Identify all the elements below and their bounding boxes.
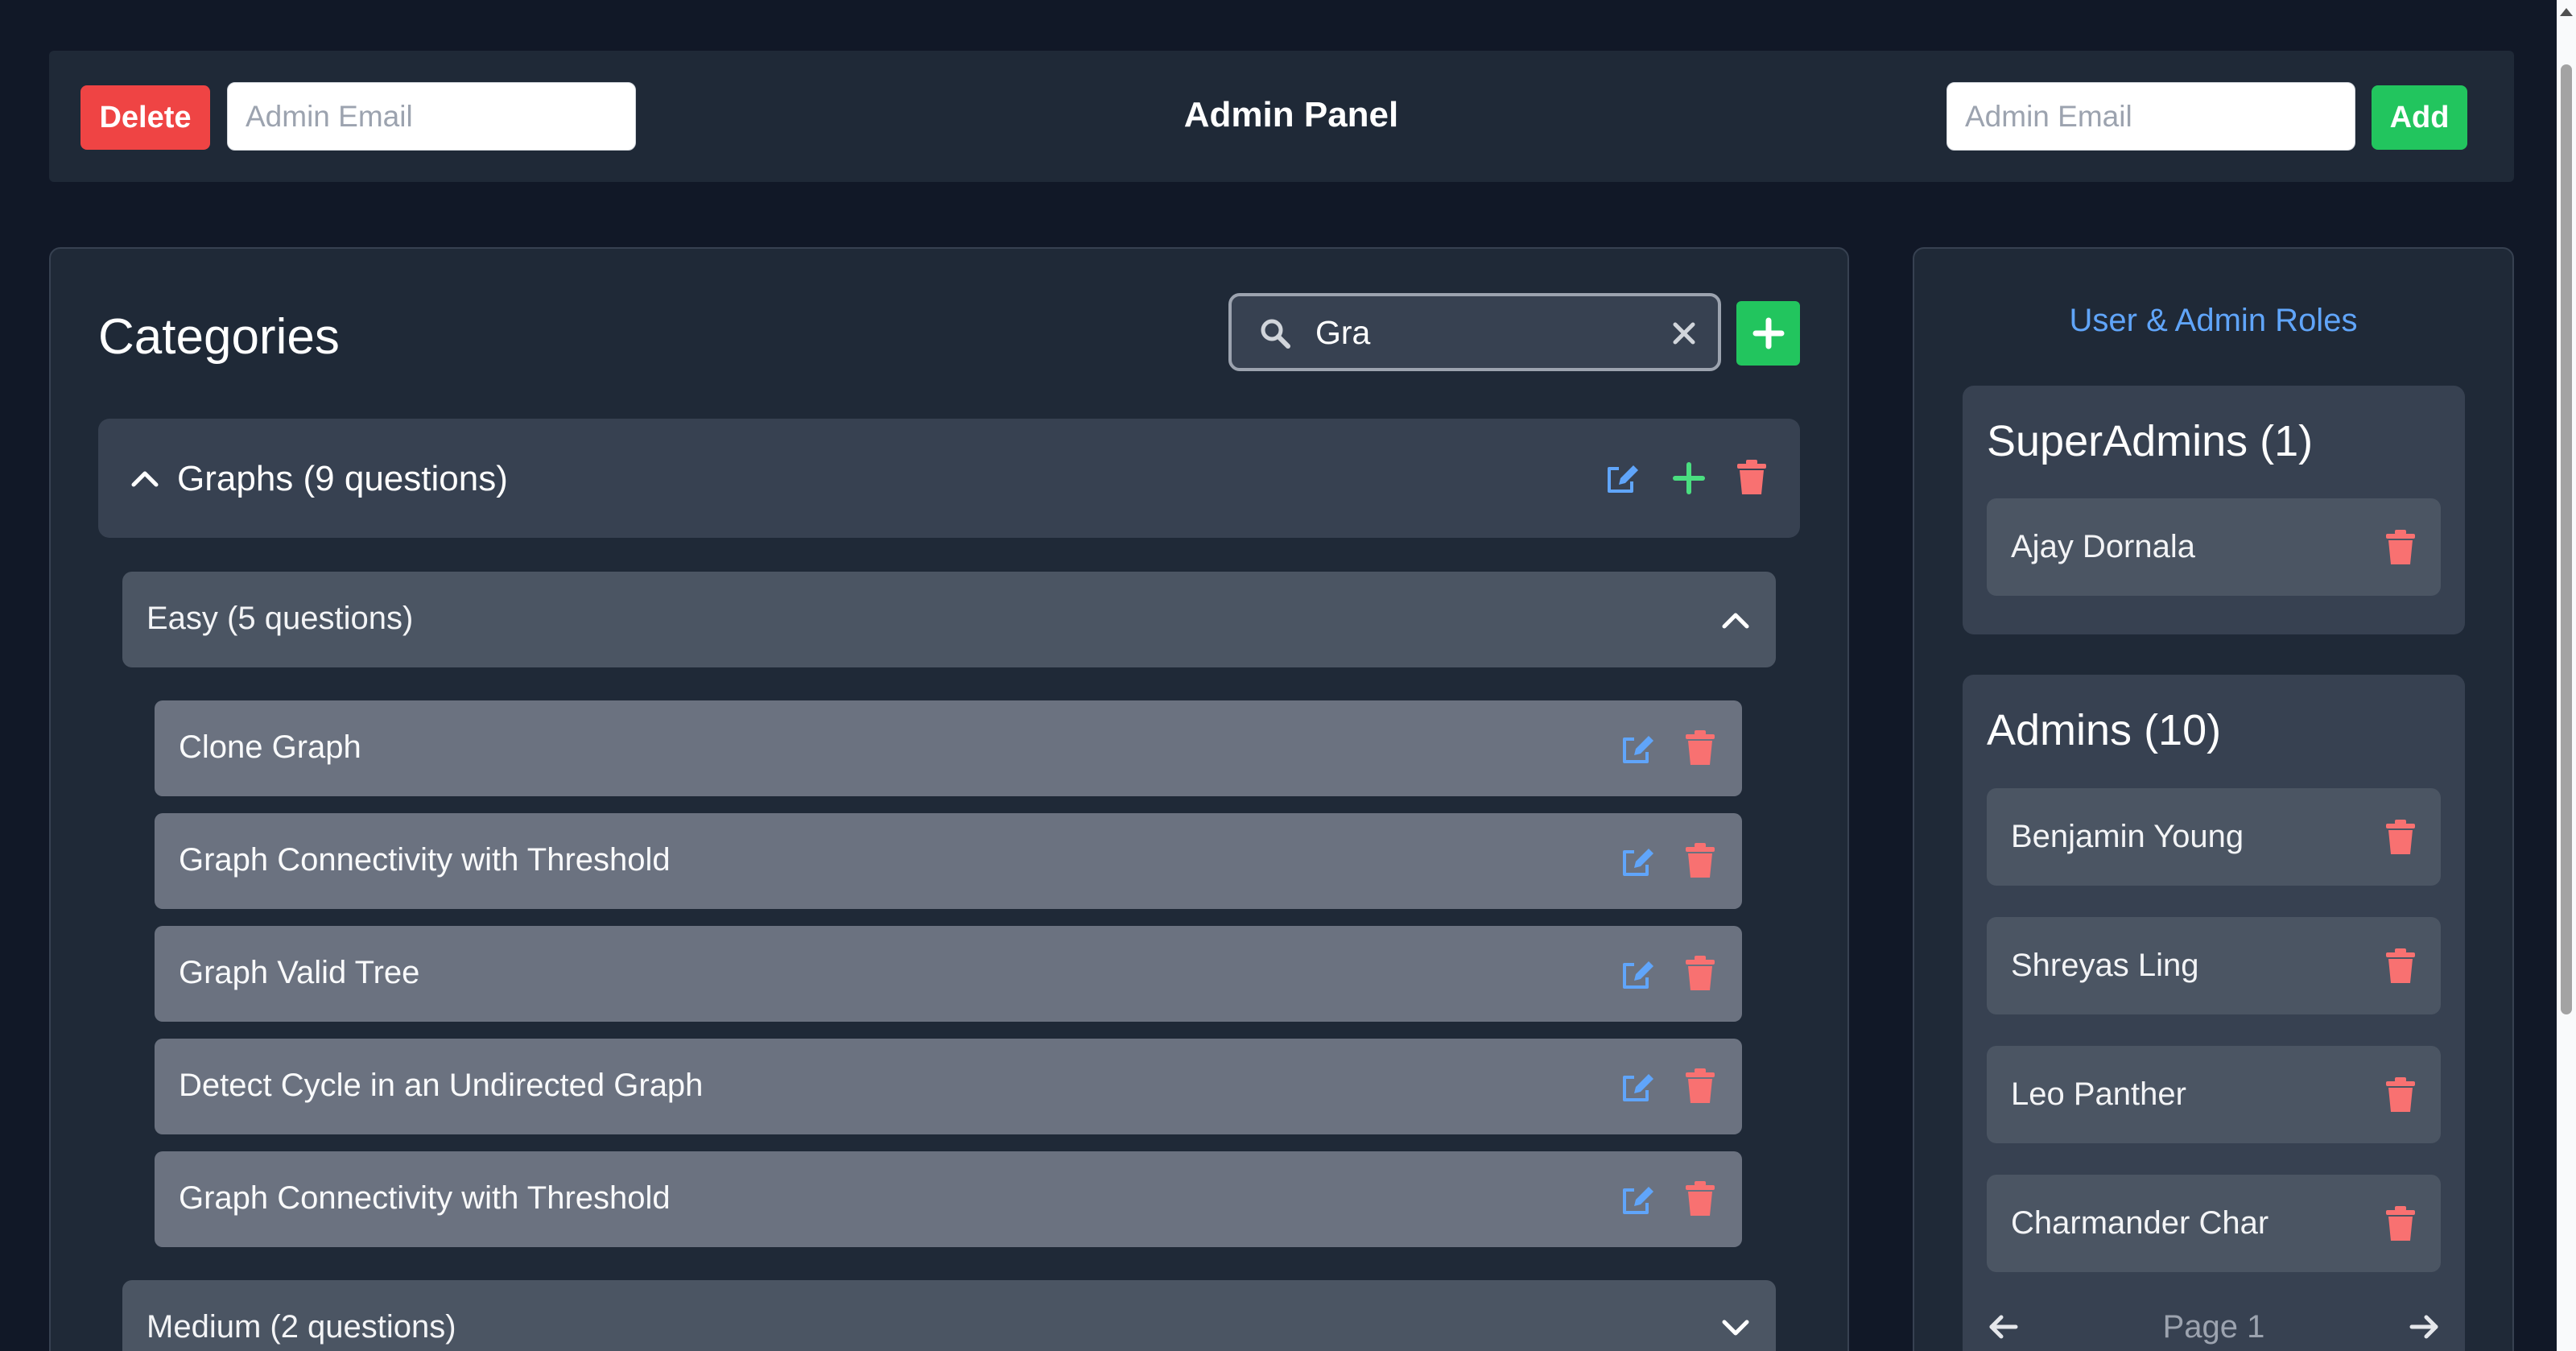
edit-icon[interactable]	[1620, 731, 1655, 766]
categories-title: Categories	[98, 309, 340, 365]
trash-icon[interactable]	[1684, 1068, 1716, 1105]
question-title: Graph Connectivity with Threshold	[179, 842, 671, 878]
edit-icon[interactable]	[1620, 1182, 1655, 1217]
admins-title: Admins (10)	[1987, 706, 2222, 754]
person-name: Shreyas Ling	[2011, 948, 2199, 983]
trash-icon[interactable]	[1684, 729, 1716, 766]
edit-icon[interactable]	[1620, 1069, 1655, 1105]
arrow-right-icon[interactable]	[2409, 1311, 2441, 1343]
question-row[interactable]: Graph Connectivity with Threshold	[155, 1151, 1742, 1247]
admin-item: Charmander Char	[1987, 1175, 2441, 1272]
category-group-graphs[interactable]: Graphs (9 questions)	[98, 419, 1800, 538]
person-name: Charmander Char	[2011, 1205, 2269, 1241]
trash-icon[interactable]	[2384, 529, 2417, 566]
person-name: Benjamin Young	[2011, 819, 2244, 854]
plus-icon[interactable]	[1671, 461, 1707, 496]
difficulty-label: Medium (2 questions)	[147, 1309, 456, 1345]
plus-icon	[1752, 317, 1784, 349]
trash-icon[interactable]	[2384, 1076, 2417, 1113]
admin-item: Benjamin Young	[1987, 788, 2441, 886]
arrow-left-icon[interactable]	[1987, 1311, 2019, 1343]
admin-item: Shreyas Ling	[1987, 917, 2441, 1014]
difficulty-easy[interactable]: Easy (5 questions)	[122, 572, 1776, 667]
question-title: Graph Valid Tree	[179, 955, 420, 990]
page-title: Admin Panel	[1183, 95, 1399, 134]
scroll-up-icon[interactable]	[2560, 8, 2573, 16]
trash-icon[interactable]	[1736, 459, 1768, 496]
trash-icon[interactable]	[2384, 1205, 2417, 1242]
superadmin-item: Ajay Dornala	[1987, 498, 2441, 596]
category-group-title: Graphs (9 questions)	[177, 459, 508, 498]
trash-icon[interactable]	[1684, 842, 1716, 879]
chevron-up-icon[interactable]	[1719, 607, 1752, 631]
delete-admin-email-input[interactable]	[227, 82, 636, 151]
close-icon[interactable]	[1671, 320, 1697, 346]
chevron-up-icon[interactable]	[129, 465, 161, 490]
question-title: Graph Connectivity with Threshold	[179, 1180, 671, 1216]
add-admin-button[interactable]: Add	[2372, 85, 2467, 150]
trash-icon[interactable]	[2384, 819, 2417, 856]
chevron-down-icon[interactable]	[1719, 1316, 1752, 1340]
edit-icon[interactable]	[1620, 844, 1655, 879]
difficulty-medium[interactable]: Medium (2 questions)	[122, 1280, 1776, 1351]
question-title: Clone Graph	[179, 729, 361, 765]
delete-admin-button[interactable]: Delete	[80, 85, 210, 150]
trash-icon[interactable]	[1684, 955, 1716, 992]
person-name: Leo Panther	[2011, 1076, 2186, 1112]
edit-icon[interactable]	[1620, 956, 1655, 992]
add-category-button[interactable]	[1736, 301, 1800, 366]
question-row[interactable]: Graph Connectivity with Threshold	[155, 813, 1742, 909]
difficulty-label: Easy (5 questions)	[147, 601, 414, 636]
trash-icon[interactable]	[1684, 1180, 1716, 1217]
question-title: Detect Cycle in an Undirected Graph	[179, 1068, 704, 1103]
question-row[interactable]: Graph Valid Tree	[155, 926, 1742, 1022]
superadmins-title: SuperAdmins (1)	[1987, 417, 2314, 465]
scrollbar-thumb[interactable]	[2561, 64, 2572, 1014]
question-row[interactable]: Clone Graph	[155, 700, 1742, 796]
question-row[interactable]: Detect Cycle in an Undirected Graph	[155, 1039, 1742, 1134]
person-name: Ajay Dornala	[2011, 529, 2196, 564]
add-admin-email-input[interactable]	[1946, 82, 2355, 151]
search-icon	[1261, 319, 1290, 349]
trash-icon[interactable]	[2384, 948, 2417, 985]
user-admin-roles-link[interactable]: User & Admin Roles	[1913, 303, 2514, 339]
category-search[interactable]: Gra	[1228, 293, 1721, 371]
pagination-label: Page 1	[2162, 1309, 2265, 1345]
admin-item: Leo Panther	[1987, 1046, 2441, 1143]
edit-icon[interactable]	[1604, 461, 1640, 496]
search-input[interactable]: Gra	[1315, 314, 1370, 352]
